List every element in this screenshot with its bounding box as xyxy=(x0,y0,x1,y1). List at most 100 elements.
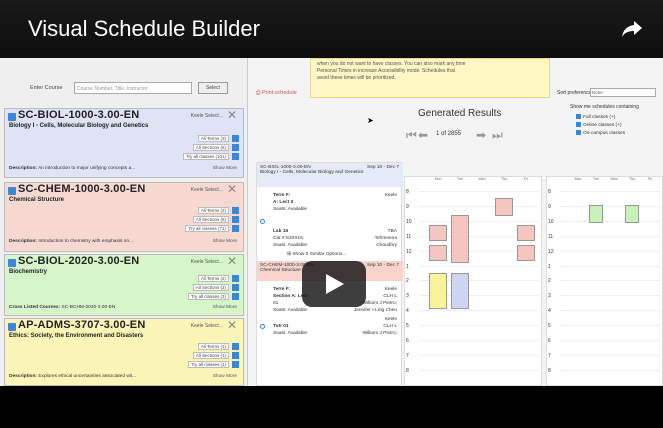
campus-select[interactable]: Keele Select... xyxy=(191,259,223,265)
close-icon[interactable]: ✕ xyxy=(227,318,237,332)
show-more-link[interactable]: Show More xyxy=(213,374,237,379)
hour-label: 1 xyxy=(548,263,551,270)
course-checkbox[interactable] xyxy=(8,259,16,267)
lab-location: TBA xyxy=(387,229,397,234)
close-icon[interactable]: ✕ xyxy=(227,254,237,268)
sections-select[interactable]: All Sections (2) xyxy=(192,284,229,291)
dropdown-icon[interactable] xyxy=(232,293,239,300)
calendar-event[interactable] xyxy=(429,245,447,261)
select-button[interactable]: Select xyxy=(198,82,228,94)
sections-select[interactable]: All Sections (1) xyxy=(192,352,229,359)
calendar-event[interactable] xyxy=(517,225,535,241)
last-page-icon[interactable]: ⏭ xyxy=(492,128,503,143)
full-classes-checkbox[interactable]: Full classes (+) xyxy=(576,114,615,120)
calendar-event[interactable] xyxy=(589,205,603,223)
terms-select[interactable]: All Terms (2) xyxy=(197,275,229,282)
similar-options-link[interactable]: ⊞ Show 2 Similar Options... xyxy=(287,252,346,257)
first-page-icon[interactable]: ⏮ xyxy=(406,128,417,143)
hour-label: 7 xyxy=(548,352,551,359)
dropdown-icon[interactable] xyxy=(232,284,239,291)
print-schedule-link[interactable]: ⎙ Print schedule xyxy=(256,90,297,97)
try-all-classes[interactable]: Try all classes (71) xyxy=(185,225,229,232)
similar-options-label: Show 2 Similar Options... xyxy=(292,252,347,257)
try-all-classes[interactable]: Try all classes (101) xyxy=(182,153,229,160)
dropdown-icon[interactable] xyxy=(232,135,239,142)
video-bottom-bar xyxy=(0,386,663,428)
description-text: Explores ethical uncertainties associate… xyxy=(38,374,137,379)
calendar-event[interactable] xyxy=(429,225,447,241)
video-title[interactable]: Visual Schedule Builder xyxy=(28,16,260,42)
dropdown-icon[interactable] xyxy=(232,144,239,151)
calendar-event[interactable] xyxy=(517,245,535,261)
radio-icon[interactable] xyxy=(260,324,265,329)
lab-instructor-2: Chaudhry xyxy=(376,243,397,248)
show-more-link[interactable]: Show More xyxy=(213,166,237,171)
course-code: AP-ADMS-3707-3.00-EN xyxy=(18,319,146,331)
try-all-classes[interactable]: Try all classes (1) xyxy=(187,361,229,368)
dropdown-icon[interactable] xyxy=(232,361,239,368)
calendar-event[interactable] xyxy=(625,205,639,223)
hour-gridline xyxy=(419,265,539,267)
try-all-classes[interactable]: Try all classes (2) xyxy=(187,293,229,300)
sections-select[interactable]: All Sections (5) xyxy=(192,216,229,223)
seats-label: Seats: Available xyxy=(273,331,308,336)
video-player[interactable]: Visual Schedule Builder Enter Course Cou… xyxy=(0,0,663,428)
hour-label: 12 xyxy=(406,248,412,255)
course-checkbox[interactable] xyxy=(8,187,16,195)
day-header: Fri xyxy=(523,177,529,181)
on-campus-checkbox[interactable]: On-campus classes xyxy=(576,130,625,136)
dropdown-icon[interactable] xyxy=(232,352,239,359)
campus-label: Keele xyxy=(384,317,397,322)
hour-label: 5 xyxy=(548,323,551,330)
hour-gridline xyxy=(419,340,539,341)
term-label: Term F: xyxy=(273,193,291,198)
search-input[interactable]: Course Number, Title, Instructor xyxy=(74,82,192,94)
dropdown-icon[interactable] xyxy=(232,225,239,232)
show-more-link[interactable]: Show More xyxy=(213,305,237,310)
tutorial-label: Tutr 01 xyxy=(273,324,289,329)
checkbox-icon xyxy=(576,122,581,127)
course-code: SC-CHEM-1000-3.00-EN xyxy=(18,183,146,195)
hour-label: 6 xyxy=(548,338,551,344)
terms-select[interactable]: All Terms (2) xyxy=(197,207,229,214)
close-icon[interactable]: ✕ xyxy=(227,108,237,122)
dropdown-icon[interactable] xyxy=(232,216,239,223)
calendar-event[interactable] xyxy=(495,198,513,216)
campus-select[interactable]: Keele Select... xyxy=(191,323,223,329)
next-page-icon[interactable]: ➡ xyxy=(476,128,486,142)
sections-select[interactable]: All Sections (6) xyxy=(192,144,229,151)
dropdown-icon[interactable] xyxy=(232,275,239,282)
video-frame: Enter Course Course Number, Title, Instr… xyxy=(0,58,663,386)
dropdown-icon[interactable] xyxy=(232,153,239,160)
terms-select[interactable]: All Terms (1) xyxy=(197,343,229,350)
dropdown-icon[interactable] xyxy=(232,343,239,350)
play-button[interactable] xyxy=(302,261,366,307)
mouse-cursor-icon: ➤ xyxy=(367,116,374,125)
checkbox-icon xyxy=(576,114,581,119)
show-me-label: Show me schedules containing xyxy=(570,104,639,110)
weekly-calendar-2: Mon Tue Wed Thu Fri 8 9 10 11 12 1 2 3 4 5 6 7 8 xyxy=(546,176,663,386)
share-icon[interactable] xyxy=(621,20,643,38)
seats-label: Seats: Available xyxy=(273,207,308,212)
close-icon[interactable]: ✕ xyxy=(227,182,237,196)
radio-icon[interactable] xyxy=(260,219,265,224)
dropdown-icon[interactable] xyxy=(232,207,239,214)
day-header: Thu xyxy=(628,177,636,181)
hour-gridline xyxy=(561,205,661,207)
calendar-event[interactable] xyxy=(429,273,447,309)
online-classes-checkbox[interactable]: Online classes (+) xyxy=(576,122,622,128)
campus-select[interactable]: Keele Select... xyxy=(191,187,223,193)
terms-select[interactable]: All Terms (3) xyxy=(197,135,229,142)
term-label: Term F: xyxy=(273,287,291,292)
course-checkbox[interactable] xyxy=(8,113,16,121)
calendar-event[interactable] xyxy=(451,215,469,263)
hour-gridline xyxy=(561,280,661,282)
sort-select[interactable]: None xyxy=(590,88,656,97)
course-checkbox[interactable] xyxy=(8,323,16,331)
hour-label: 12 xyxy=(548,248,554,255)
show-more-link[interactable]: Show More xyxy=(213,239,237,244)
prev-page-icon[interactable]: ⬅ xyxy=(418,128,428,142)
campus-select[interactable]: Keele Select... xyxy=(191,113,223,119)
calendar-event[interactable] xyxy=(451,273,469,309)
description-label: Description: xyxy=(9,374,37,379)
